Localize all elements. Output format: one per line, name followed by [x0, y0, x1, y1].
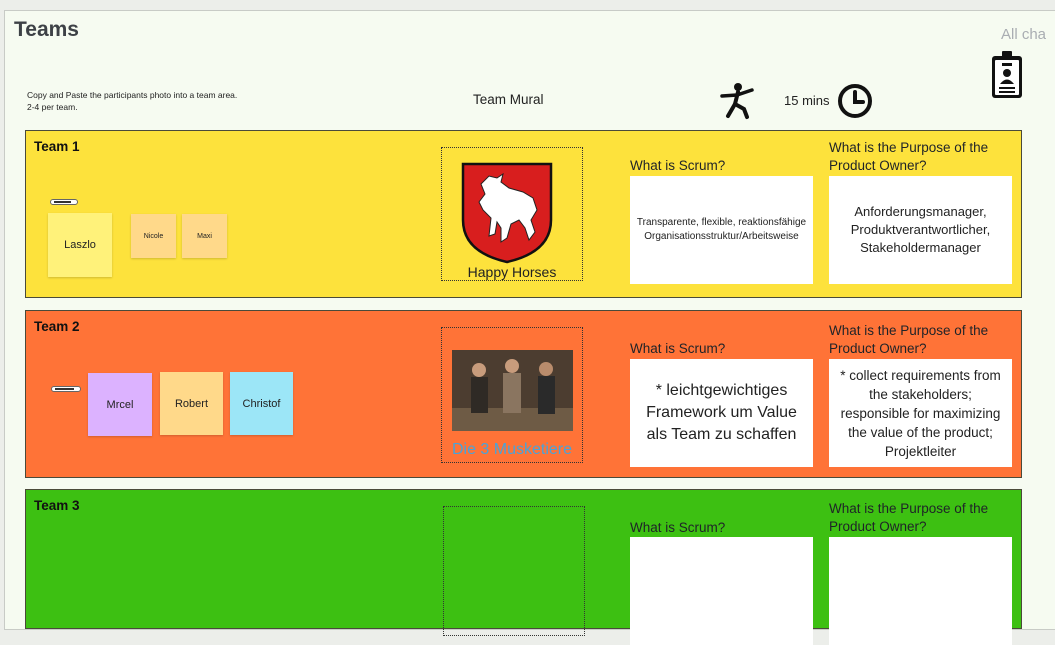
participant-name: Laszlo — [64, 239, 96, 251]
sticky-note[interactable]: Robert — [160, 372, 223, 435]
answer-scrum[interactable]: * leichtgewichtiges Framework um Value a… — [630, 359, 813, 467]
team-name: Happy Horses — [467, 264, 557, 280]
top-right-label[interactable]: All cha — [1001, 26, 1046, 43]
sticky-note[interactable]: Maxi — [182, 214, 227, 258]
running-person-icon — [720, 83, 754, 119]
question-scrum: What is Scrum? — [630, 158, 726, 173]
question-product-owner: What is the Purpose of the Product Owner… — [829, 323, 989, 356]
answer-product-owner[interactable] — [829, 537, 1012, 645]
team-label: Team 3 — [34, 498, 80, 513]
sticky-note[interactable]: Laszlo — [48, 213, 112, 277]
answer-scrum[interactable]: Transparente, flexible, reaktionsfähige … — [630, 176, 813, 284]
team-label: Team 2 — [34, 319, 80, 334]
sticky-note[interactable]: Christof — [230, 372, 293, 435]
team-photo-area[interactable] — [443, 506, 585, 636]
instructions: Copy and Paste the participants photo in… — [27, 89, 237, 113]
participant-name: Nicole — [143, 232, 164, 240]
team-area-3[interactable]: Team 3 What is Scrum? What is the Purpos… — [25, 489, 1022, 645]
team-label: Team 1 — [34, 139, 80, 154]
connector-handle[interactable] — [51, 386, 81, 392]
participant-name: Maxi — [197, 232, 212, 240]
timer-label: 15 mins — [784, 93, 830, 108]
question-scrum: What is Scrum? — [630, 341, 726, 356]
id-badge-icon[interactable] — [991, 51, 1023, 99]
musketeers-photo — [452, 350, 573, 431]
answer-product-owner[interactable]: * collect requirements from the stakehol… — [829, 359, 1012, 467]
question-scrum: What is Scrum? — [630, 520, 726, 535]
participant-name: Mrcel — [106, 398, 134, 411]
team-photo-area[interactable]: Die 3 Musketiere — [441, 327, 583, 463]
question-product-owner: What is the Purpose of the Product Owner… — [829, 140, 989, 173]
page-title: Teams — [14, 18, 79, 41]
team-photo-area[interactable]: Happy Horses — [441, 147, 583, 281]
team-area-1[interactable]: Team 1 Laszlo Nicole Maxi Happy Horses W… — [25, 130, 1022, 298]
participant-name: Christof — [242, 397, 281, 410]
sticky-note[interactable]: Mrcel — [88, 373, 152, 436]
connector-handle[interactable] — [50, 199, 78, 205]
team-area-2[interactable]: Team 2 Mrcel Robert Christof Die 3 Muske… — [25, 310, 1022, 478]
team-name: Die 3 Musketiere — [451, 441, 573, 458]
answer-scrum[interactable] — [630, 537, 813, 645]
instruction-line-1: Copy and Paste the participants photo in… — [27, 90, 238, 100]
instruction-line-2: 2-4 per team. — [27, 102, 78, 112]
answer-product-owner[interactable]: Anforderungsmanager, Produktverantwortli… — [829, 176, 1012, 284]
team-mural-label: Team Mural — [473, 92, 544, 107]
question-product-owner: What is the Purpose of the Product Owner… — [829, 501, 989, 534]
participant-name: Robert — [174, 397, 209, 410]
sticky-note[interactable]: Nicole — [131, 214, 176, 258]
horse-crest-image — [461, 162, 553, 264]
clock-icon[interactable] — [837, 83, 873, 119]
